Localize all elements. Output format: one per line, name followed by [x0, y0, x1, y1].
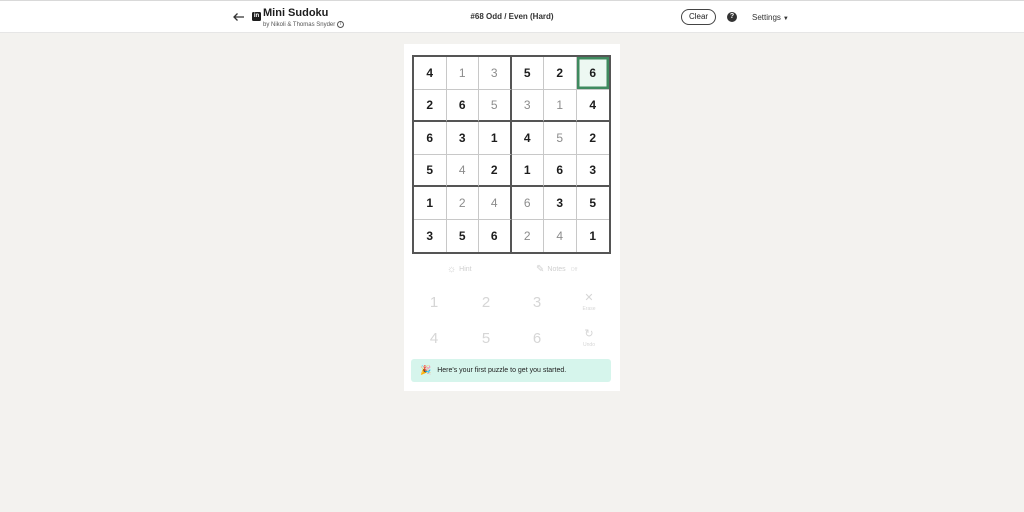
pencil-icon: ✎: [536, 264, 545, 275]
sudoku-cell-r6-c3[interactable]: 6: [479, 219, 512, 252]
help-icon[interactable]: ?: [727, 12, 737, 22]
top-bar: in Mini Sudoku by Nikoli & Thomas Snyder…: [0, 0, 1024, 33]
notes-state: Off: [570, 266, 578, 273]
sudoku-cell-r5-c6[interactable]: 5: [576, 187, 609, 220]
keypad-5[interactable]: 5: [466, 323, 506, 353]
sudoku-cell-r4-c3[interactable]: 2: [479, 154, 512, 187]
sudoku-cell-r1-c4[interactable]: 5: [511, 57, 544, 90]
party-popper-icon: 🎉: [420, 365, 432, 375]
sudoku-cell-r1-c3[interactable]: 3: [479, 57, 512, 90]
sudoku-cell-r6-c5[interactable]: 4: [544, 219, 577, 252]
keypad-4[interactable]: 4: [414, 323, 454, 353]
undo-button[interactable]: ↻ Undo: [569, 323, 609, 353]
sudoku-cell-r3-c4[interactable]: 4: [511, 122, 544, 155]
sudoku-cell-r1-c1[interactable]: 4: [414, 57, 447, 90]
keypad-3[interactable]: 3: [517, 287, 557, 317]
sudoku-cell-r6-c6[interactable]: 1: [577, 220, 610, 253]
sudoku-cell-r3-c1[interactable]: 6: [414, 122, 447, 155]
byline: by Nikoli & Thomas Snyder i: [263, 21, 345, 28]
sudoku-board: 413526265314631452542163124635356241: [412, 55, 611, 254]
info-toast: 🎉 Here's your first puzzle to get you st…: [411, 359, 611, 382]
clear-button[interactable]: Clear: [681, 9, 716, 25]
sudoku-cell-r5-c1[interactable]: 1: [414, 187, 447, 220]
keypad-2[interactable]: 2: [466, 287, 506, 317]
sudoku-cell-r4-c6[interactable]: 3: [576, 155, 609, 187]
hint-button[interactable]: ☼ Hint: [447, 264, 472, 275]
sudoku-cell-r1-c6[interactable]: 6: [576, 57, 609, 90]
settings-button[interactable]: Settings ▼: [752, 13, 789, 22]
sudoku-cell-r4-c2[interactable]: 4: [446, 154, 479, 187]
undo-label: Undo: [583, 342, 595, 348]
sudoku-cell-r4-c5[interactable]: 6: [544, 154, 577, 187]
sudoku-cell-r6-c2[interactable]: 5: [447, 219, 479, 252]
puzzle-title: #68 Odd / Even (Hard): [470, 12, 554, 21]
sudoku-cell-r2-c6[interactable]: 4: [576, 90, 609, 122]
notes-button[interactable]: ✎ Notes Off: [536, 264, 577, 275]
sudoku-cell-r3-c5[interactable]: 5: [544, 122, 577, 155]
lightbulb-icon: ☼: [447, 264, 457, 275]
sudoku-cell-r2-c3[interactable]: 5: [479, 89, 512, 122]
info-icon[interactable]: i: [337, 21, 345, 28]
sudoku-cell-r4-c4[interactable]: 1: [511, 154, 544, 187]
keypad-6[interactable]: 6: [517, 323, 557, 353]
sudoku-cell-r6-c4[interactable]: 2: [512, 219, 544, 252]
sudoku-cell-r1-c5[interactable]: 2: [544, 57, 577, 90]
sudoku-cell-r3-c2[interactable]: 3: [446, 122, 479, 155]
close-icon: ✕: [584, 292, 594, 304]
sudoku-cell-r2-c5[interactable]: 1: [544, 89, 577, 122]
sudoku-cell-r5-c2[interactable]: 2: [446, 187, 479, 220]
erase-label: Erase: [582, 306, 596, 312]
sudoku-cell-r3-c6[interactable]: 2: [576, 122, 609, 155]
sudoku-cell-r5-c5[interactable]: 3: [544, 187, 577, 220]
sudoku-cell-r5-c3[interactable]: 4: [479, 187, 512, 220]
erase-button[interactable]: ✕ Erase: [569, 287, 609, 317]
byline-text: by Nikoli & Thomas Snyder: [263, 21, 336, 28]
sudoku-cell-r5-c4[interactable]: 6: [511, 187, 544, 220]
hint-label: Hint: [459, 266, 472, 273]
sudoku-cell-r6-c1[interactable]: 3: [414, 219, 447, 252]
notes-label: Notes: [547, 266, 566, 273]
sudoku-cell-r4-c1[interactable]: 5: [414, 154, 447, 187]
sudoku-cell-r2-c4[interactable]: 3: [511, 89, 544, 122]
sudoku-cell-r2-c1[interactable]: 2: [414, 89, 447, 122]
sudoku-cell-r3-c3[interactable]: 1: [479, 122, 512, 155]
undo-icon: ↻: [584, 328, 594, 340]
sudoku-cell-r1-c2[interactable]: 1: [446, 57, 479, 90]
chevron-down-icon: ▼: [782, 16, 789, 22]
keypad-1[interactable]: 1: [414, 287, 454, 317]
settings-label: Settings: [752, 13, 781, 22]
game-panel: 413526265314631452542163124635356241 ☼ H…: [404, 44, 620, 391]
sudoku-cell-r2-c2[interactable]: 6: [446, 89, 479, 122]
toast-text: Here's your first puzzle to get you star…: [437, 367, 567, 374]
